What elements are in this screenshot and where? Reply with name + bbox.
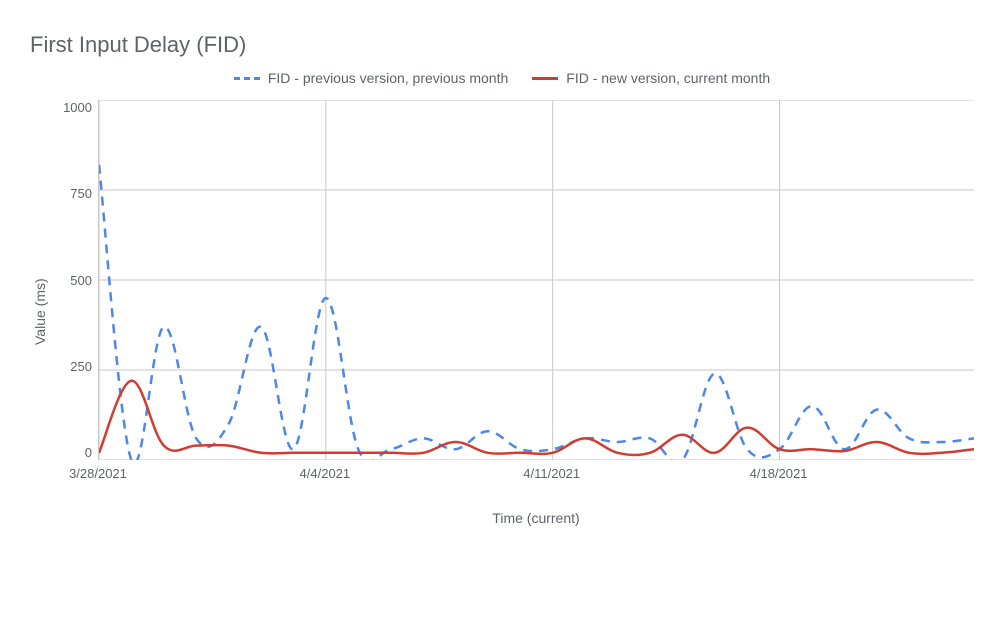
y-axis-label: Value (ms) bbox=[30, 92, 50, 532]
y-tick: 0 bbox=[85, 445, 92, 460]
x-tick-label: 4/18/2021 bbox=[750, 466, 808, 481]
x-axis-ticks: 3/28/20214/4/20214/11/20214/18/2021 bbox=[98, 466, 974, 484]
y-tick: 1000 bbox=[63, 100, 92, 115]
plot-svg bbox=[99, 100, 974, 460]
y-tick: 250 bbox=[70, 359, 92, 374]
x-tick-label: 4/11/2021 bbox=[523, 466, 580, 481]
legend-swatch-solid-icon bbox=[532, 77, 558, 80]
chart-title: First Input Delay (FID) bbox=[30, 32, 974, 58]
legend-item-new: FID - new version, current month bbox=[532, 70, 770, 86]
plot-wrapper: Value (ms) 1000 750 500 250 0 3/28/2021 4… bbox=[30, 92, 974, 532]
legend-label-previous: FID - previous version, previous month bbox=[268, 70, 508, 86]
plot-column: 3/28/20214/4/20214/11/20214/18/2021 Time… bbox=[98, 92, 974, 532]
y-axis-ticks: 1000 750 500 250 0 bbox=[50, 100, 98, 460]
series-line-previous bbox=[99, 165, 974, 460]
x-axis-label: Time (current) bbox=[98, 510, 974, 526]
y-tick: 500 bbox=[70, 273, 92, 288]
legend-swatch-dashed-icon bbox=[234, 77, 260, 80]
x-tick-label: 3/28/2021 bbox=[69, 466, 127, 481]
legend-item-previous: FID - previous version, previous month bbox=[234, 70, 508, 86]
chart-container: First Input Delay (FID) FID - previous v… bbox=[0, 0, 1004, 620]
legend-label-new: FID - new version, current month bbox=[566, 70, 770, 86]
x-tick-label: 4/4/2021 bbox=[300, 466, 351, 481]
plot-area bbox=[98, 100, 974, 460]
legend: FID - previous version, previous month F… bbox=[30, 70, 974, 86]
y-tick: 750 bbox=[70, 186, 92, 201]
